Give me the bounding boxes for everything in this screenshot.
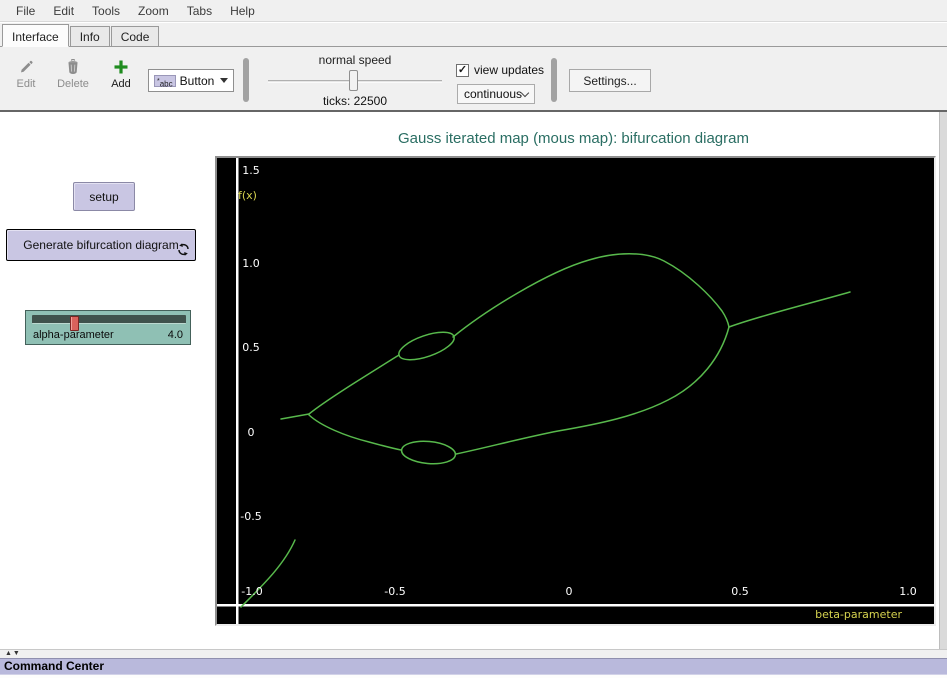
menu-edit[interactable]: Edit (45, 2, 82, 20)
tab-interface[interactable]: Interface (2, 24, 69, 47)
ytick-1.5: 1.5 (233, 164, 269, 177)
add-button-label: Add (103, 78, 139, 90)
slider-label: alpha-parameter (33, 329, 114, 341)
delete-button-label: Delete (52, 78, 94, 90)
plus-icon (113, 59, 129, 75)
ytick-1.0: 1.0 (233, 257, 269, 270)
ytick--0.5: -0.5 (233, 510, 269, 523)
setup-button[interactable]: setup (73, 182, 135, 211)
tab-info[interactable]: Info (70, 26, 110, 46)
widget-type-dropdown[interactable]: *abc Button (148, 69, 234, 92)
command-center-splitter[interactable]: ▲▼ (0, 649, 947, 658)
ytick-0: 0 (233, 426, 269, 439)
ticks-counter: ticks: 22500 (262, 94, 448, 108)
xtick--1.0: -1.0 (232, 585, 272, 598)
netlogo-window: File Edit Tools Zoom Tabs Help Interface… (0, 0, 947, 678)
command-center-header[interactable]: Command Center (0, 658, 947, 674)
slider-value: 4.0 (168, 329, 183, 341)
xtick-0.5: 0.5 (720, 585, 760, 598)
menu-file[interactable]: File (8, 2, 43, 20)
view-updates-control: ✓ view updates (456, 63, 544, 77)
delete-button[interactable]: Delete (52, 59, 94, 90)
menu-help[interactable]: Help (222, 2, 263, 20)
generate-bifurcation-button[interactable]: Generate bifurcation diagram (6, 229, 196, 261)
xtick--0.5: -0.5 (375, 585, 415, 598)
plot-y-axis-line (236, 158, 239, 624)
menu-zoom[interactable]: Zoom (130, 2, 177, 20)
button-widget-icon: *abc (154, 75, 176, 87)
add-button[interactable]: Add (103, 59, 139, 90)
plot-xlabel: beta-parameter (815, 608, 902, 621)
command-center-body[interactable] (0, 674, 947, 678)
edit-button[interactable]: Edit (8, 59, 44, 90)
view-updates-label: view updates (474, 63, 544, 77)
xtick-0: 0 (549, 585, 589, 598)
plot-curve-svg (217, 158, 934, 624)
toolbar-separator-2 (551, 58, 557, 102)
pencil-icon (18, 59, 34, 75)
trash-icon (65, 59, 81, 75)
tab-bar: Interface Info Code (0, 23, 947, 46)
menu-tabs[interactable]: Tabs (179, 2, 220, 20)
alpha-parameter-slider[interactable]: alpha-parameter 4.0 (25, 310, 191, 345)
model-title: Gauss iterated map (mous map): bifurcati… (215, 130, 932, 147)
bifurcation-plot: f(x) 1.5 1.0 0.5 0 -0.5 -1.0 -0.5 0 0.5 … (215, 156, 936, 626)
dropdown-arrow-icon (220, 78, 228, 83)
forever-loop-icon (177, 243, 190, 256)
view-updates-checkbox[interactable]: ✓ (456, 64, 469, 77)
speed-slider-label: normal speed (262, 53, 448, 67)
slider-track[interactable] (32, 315, 186, 324)
command-center-title: Command Center (4, 659, 104, 673)
plot-canvas-area: f(x) 1.5 1.0 0.5 0 -0.5 -1.0 -0.5 0 0.5 … (217, 158, 934, 624)
menu-tools[interactable]: Tools (84, 2, 128, 20)
toolbar: Edit Delete Add *abc Button n (0, 46, 947, 112)
right-edge-strip (939, 112, 947, 649)
interface-canvas: Gauss iterated map (mous map): bifurcati… (0, 112, 947, 649)
update-mode-dropdown[interactable]: continuous (457, 84, 535, 104)
xtick-1.0: 1.0 (888, 585, 928, 598)
tab-code[interactable]: Code (111, 26, 160, 46)
menu-bar: File Edit Tools Zoom Tabs Help (0, 0, 947, 22)
toolbar-separator (243, 58, 249, 102)
setup-button-label: setup (89, 190, 118, 204)
settings-button[interactable]: Settings... (569, 69, 651, 92)
plot-x-axis-line (217, 604, 934, 607)
widget-type-value: Button (180, 74, 216, 88)
update-mode-value: continuous (464, 87, 522, 101)
ytick-0.5: 0.5 (233, 341, 269, 354)
splitter-arrows-icon[interactable]: ▲▼ (5, 650, 21, 658)
edit-button-label: Edit (8, 78, 44, 90)
plot-ylabel: f(x) (238, 189, 257, 202)
generate-button-label: Generate bifurcation diagram (23, 238, 178, 252)
speed-slider-thumb[interactable] (349, 70, 358, 91)
chevron-down-icon (521, 88, 529, 96)
